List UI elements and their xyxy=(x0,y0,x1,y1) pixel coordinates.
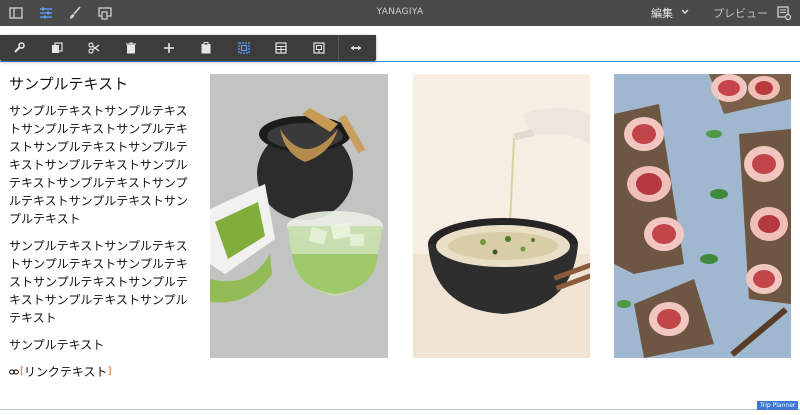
content-paragraph: サンプルテキスト xyxy=(9,338,105,352)
side-panel-icon[interactable] xyxy=(8,5,24,21)
component-toolbar xyxy=(0,35,376,61)
properties-icon[interactable] xyxy=(38,5,54,21)
link-row[interactable]: [ リンクテキスト ] xyxy=(9,363,189,381)
component-label-badge[interactable]: Trip Planner xyxy=(757,401,799,410)
copy-icon[interactable] xyxy=(50,41,64,55)
top-bar: YANAGIYA 編集 プレビュー xyxy=(0,0,800,26)
link-chain-icon xyxy=(9,369,19,375)
parent-component-icon[interactable] xyxy=(312,41,326,55)
preview-button[interactable]: プレビュー xyxy=(713,5,768,21)
toolbar-divider xyxy=(338,35,339,61)
plus-icon[interactable] xyxy=(162,41,176,55)
text-component[interactable]: サンプルテキスト サンプルテキストサンプルテキストサンプルテキストサンプルテキス… xyxy=(9,74,189,381)
trash-icon[interactable] xyxy=(124,41,138,55)
chevron-down-icon[interactable] xyxy=(680,6,690,18)
wrench-icon[interactable] xyxy=(12,41,26,55)
page-info-icon[interactable] xyxy=(776,5,792,21)
editable-region-bottom-border xyxy=(0,409,800,410)
group-select-icon[interactable] xyxy=(237,41,251,55)
clipboard-icon[interactable] xyxy=(199,41,213,55)
brush-icon[interactable] xyxy=(67,5,83,21)
matcha-image[interactable] xyxy=(210,74,388,358)
fig-toast-image[interactable] xyxy=(614,74,791,358)
content-heading: サンプルテキスト xyxy=(9,75,129,93)
scissors-icon[interactable] xyxy=(87,41,101,55)
edit-mode-dropdown[interactable]: 編集 xyxy=(651,5,673,21)
resize-arrows-icon[interactable] xyxy=(349,41,363,55)
content-paragraph: サンプルテキストサンプルテキストサンプルテキストサンプルテキストサンプルテキスト… xyxy=(9,239,188,325)
content-paragraph: サンプルテキストサンプルテキストサンプルテキストサンプルテキストサンプルテキスト… xyxy=(9,104,188,226)
emulator-icon[interactable] xyxy=(97,5,113,21)
link-text[interactable]: リンクテキスト xyxy=(24,363,108,381)
rice-soup-image[interactable] xyxy=(413,74,590,358)
link-end-marker: ] xyxy=(107,366,112,377)
layout-icon[interactable] xyxy=(274,41,288,55)
